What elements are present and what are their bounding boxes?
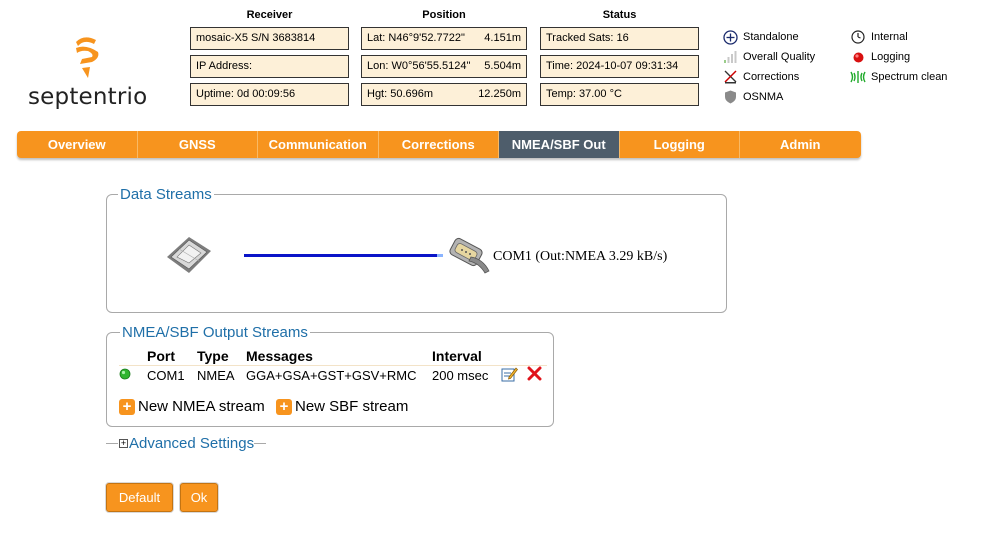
position-lat: Lat: N46°9'52.7722" 4.151m [361, 27, 527, 50]
corrections-icon [722, 70, 738, 84]
interval-column-header: Interval [432, 347, 501, 366]
new-nmea-label: New NMEA stream [138, 398, 265, 415]
hgt-accuracy: 12.250m [478, 88, 521, 100]
main-nav: Overview GNSS Communication Corrections … [17, 131, 861, 158]
spectrum-icon [850, 70, 866, 84]
legend-label: Overall Quality [743, 51, 816, 63]
delete-cell [527, 365, 547, 385]
plus-icon: + [119, 398, 135, 415]
status-heading: Status [602, 9, 637, 21]
legend-spectrum: Spectrum clean [850, 70, 947, 84]
signal-bars-icon [722, 50, 738, 64]
divider [254, 443, 267, 444]
interval-cell: 200 msec [432, 367, 489, 383]
hgt-value: Hgt: 50.696m [367, 88, 434, 100]
tab-communication[interactable]: Communication [258, 131, 379, 158]
legend-label: Spectrum clean [871, 71, 948, 83]
new-sbf-label: New SBF stream [295, 398, 409, 415]
receiver-heading: Receiver [246, 9, 293, 21]
table-row: COM1 NMEA GGA+GSA+GST+GSV+RMC 200 msec [119, 365, 547, 385]
output-streams-panel: NMEA/SBF Output Streams Port Type Messag… [106, 324, 554, 427]
new-sbf-stream-button[interactable]: + New SBF stream [276, 398, 408, 415]
output-streams-table: Port Type Messages Interval COM1 NMEA GG… [119, 347, 547, 385]
ok-button[interactable]: Ok [179, 482, 219, 513]
type-column-header: Type [197, 347, 246, 366]
legend-label: Internal [871, 31, 908, 43]
logo-mark-icon [76, 37, 99, 78]
type-cell: NMEA [197, 367, 235, 383]
legend-label: Logging [871, 51, 911, 63]
status-time: Time: 2024-10-07 09:31:34 [540, 55, 699, 78]
edit-icon[interactable] [501, 366, 518, 382]
receiver-chip-icon [165, 235, 213, 278]
tab-corrections[interactable]: Corrections [379, 131, 499, 158]
receiver-ip: IP Address: [190, 55, 349, 78]
clock-icon [850, 30, 866, 44]
messages-cell: GGA+GSA+GST+GSV+RMC [246, 367, 417, 383]
shield-icon [722, 90, 738, 104]
delete-column-header [527, 347, 547, 366]
lat-value: Lat: N46°9'52.7722" [367, 32, 465, 44]
default-button[interactable]: Default [105, 482, 174, 513]
status-temp: Temp: 37.00 °C [540, 83, 699, 106]
messages-column-header: Messages [246, 347, 432, 366]
position-hgt: Hgt: 50.696m 12.250m [361, 83, 527, 106]
data-streams-panel: Data Streams COM1 (Out:NMEA 3.29 kB/s) [106, 186, 727, 313]
tab-nmea-sbf-out[interactable]: NMEA/SBF Out [499, 131, 620, 158]
status-column-header [119, 347, 147, 366]
lat-accuracy: 4.151m [484, 32, 521, 44]
table-header-row: Port Type Messages Interval [119, 347, 547, 366]
delete-icon[interactable] [527, 366, 542, 381]
receiver-serial: mosaic-X5 S/N 3683814 [190, 27, 349, 50]
com1-output-label: COM1 (Out:NMEA 3.29 kB/s) [493, 249, 668, 264]
edit-column-header [501, 347, 527, 366]
legend-label: Standalone [743, 31, 799, 43]
advanced-settings-label[interactable]: Advanced Settings [129, 435, 254, 452]
crosshair-icon [722, 29, 738, 45]
legend-corrections: Corrections [722, 70, 799, 84]
new-nmea-stream-button[interactable]: + New NMEA stream [119, 398, 265, 415]
legend-osnma: OSNMA [722, 90, 783, 104]
output-streams-title: NMEA/SBF Output Streams [120, 324, 310, 341]
tab-logging[interactable]: Logging [620, 131, 740, 158]
logging-dot-icon [850, 50, 866, 64]
legend-logging: Logging [850, 50, 910, 64]
serial-port-icon [445, 233, 493, 280]
legend-label: Corrections [743, 71, 800, 83]
expand-icon[interactable]: + [119, 439, 128, 448]
lon-value: Lon: W0°56'55.5124" [367, 60, 471, 72]
data-streams-title: Data Streams [118, 186, 214, 203]
legend-overall-quality: Overall Quality [722, 50, 815, 64]
legend-standalone: Standalone [722, 29, 799, 45]
position-lon: Lon: W0°56'55.5124" 5.504m [361, 55, 527, 78]
port-cell: COM1 [147, 367, 185, 383]
divider [106, 443, 118, 444]
septentrio-logo: septentrio [28, 34, 153, 114]
edit-cell [501, 365, 527, 385]
position-heading: Position [422, 9, 466, 21]
status-tracked-sats: Tracked Sats: 16 [540, 27, 699, 50]
stream-connection-line [244, 254, 443, 257]
legend-internal: Internal [850, 30, 908, 44]
status-cell [119, 365, 147, 385]
receiver-uptime: Uptime: 0d 00:09:56 [190, 83, 349, 106]
tab-gnss[interactable]: GNSS [138, 131, 258, 158]
legend-label: OSNMA [743, 91, 784, 103]
tab-overview[interactable]: Overview [17, 131, 138, 158]
green-dot-icon [119, 368, 131, 380]
lon-accuracy: 5.504m [484, 60, 521, 72]
logo-wordmark: septentrio [28, 84, 148, 110]
port-column-header: Port [147, 347, 197, 366]
tab-admin[interactable]: Admin [740, 131, 861, 158]
plus-icon: + [276, 398, 292, 415]
advanced-settings-toggle[interactable]: + Advanced Settings [106, 435, 267, 452]
